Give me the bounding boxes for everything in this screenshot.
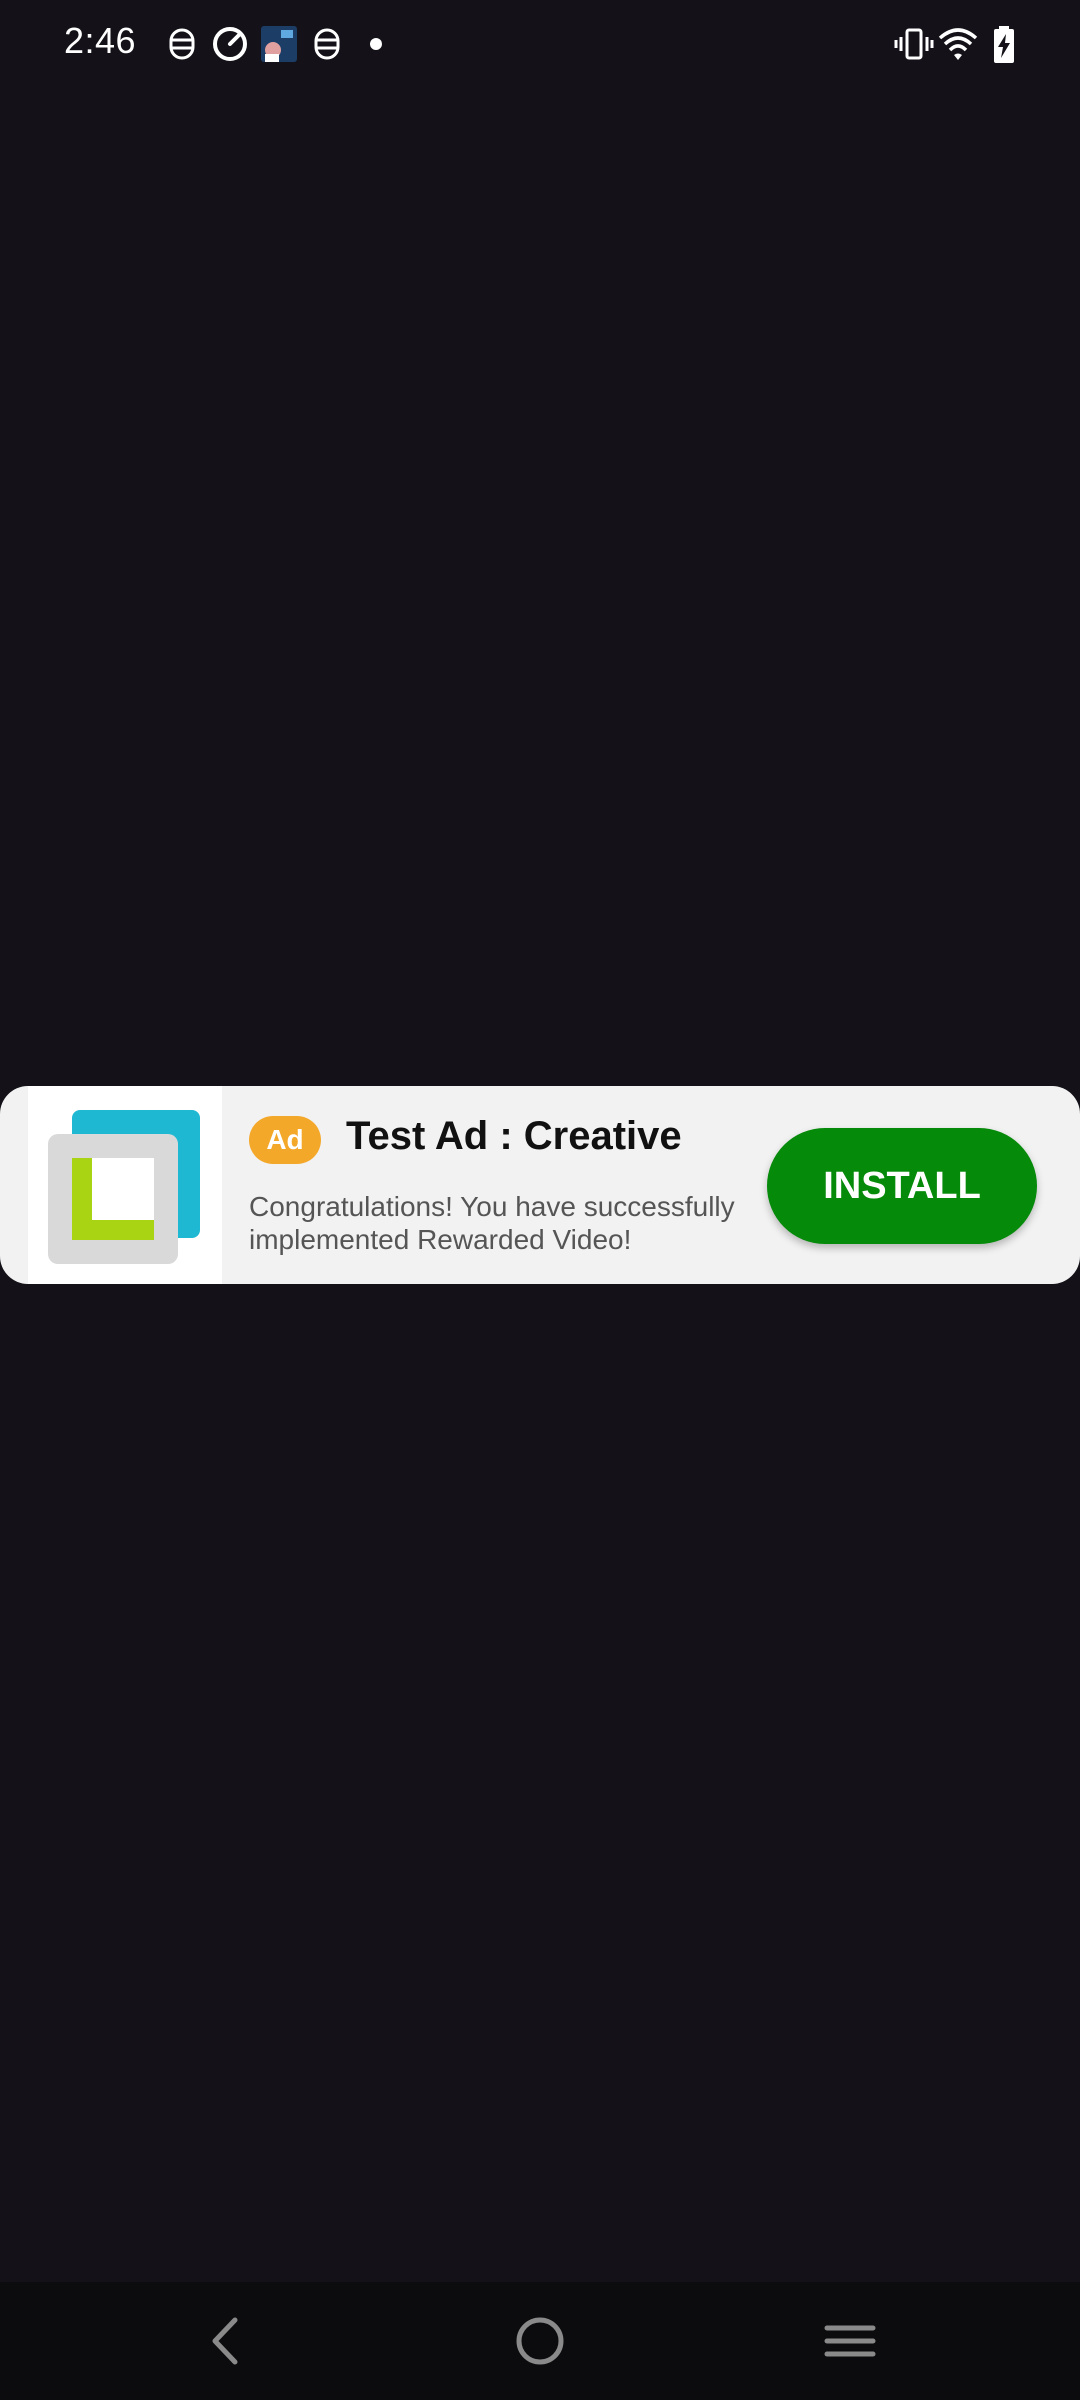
speedometer-icon [210,24,250,64]
screen: 2:46 Ad Test Ad: Creative Congratulatio… [0,0,1080,2400]
ad-title: Test Ad : Creative [346,1114,682,1158]
ad-badge: Ad [249,1116,321,1164]
navigation-bar [0,2282,1080,2400]
recents-icon[interactable] [815,2306,885,2376]
vibrate-icon [894,24,934,64]
more-dot-icon [370,38,382,50]
wifi-icon [938,24,978,64]
home-icon[interactable] [505,2306,575,2376]
ad-banner[interactable]: Ad Test Ad : Creative Congratulations! Y… [0,1086,1080,1284]
status-bar: 2:46 [0,0,1080,88]
battery-charging-icon [984,24,1024,64]
status-time: 2:46 [64,20,137,61]
notification-icon [162,24,202,64]
ad-description: Congratulations! You have successfully i… [249,1191,735,1255]
notification-icon [307,24,347,64]
ad-app-icon[interactable] [28,1086,222,1284]
back-icon[interactable] [193,2306,263,2376]
install-button[interactable]: INSTALL [767,1128,1037,1244]
app-thumbnail-icon [259,24,299,64]
